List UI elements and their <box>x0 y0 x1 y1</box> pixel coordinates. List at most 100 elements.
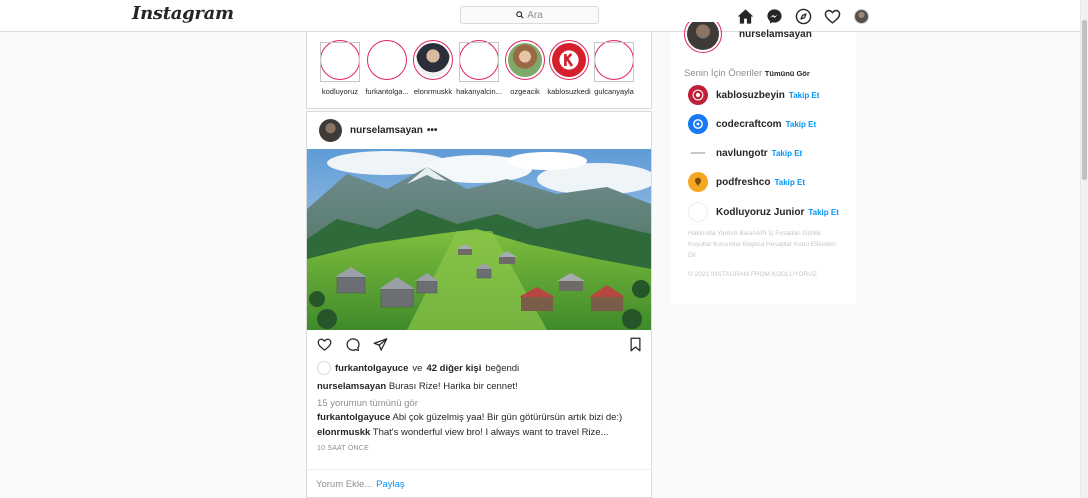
follow-button[interactable]: Takip Et <box>772 149 803 158</box>
story-avatar-placeholder <box>459 42 499 82</box>
right-sidebar: nurselamsayan Senin İçin Öneriler Tümünü… <box>671 22 856 304</box>
podfresh-logo-icon <box>695 177 701 187</box>
story-item[interactable]: ozgeacik <box>503 40 547 96</box>
profile-avatar[interactable] <box>854 8 869 24</box>
story-name: kablosuzkedi <box>547 87 591 96</box>
kablosuzkedi-logo-icon <box>559 50 579 70</box>
home-icon[interactable] <box>736 7 754 25</box>
current-user-avatar[interactable] <box>684 22 722 53</box>
bookmark-icon <box>630 337 641 352</box>
comment-row: elonrmuskk That's wonderful view bro! I … <box>317 427 609 438</box>
liker-username[interactable]: furkantolgayuce <box>335 363 408 374</box>
post-header: nurselamsayan ••• <box>319 119 437 142</box>
like-button[interactable] <box>317 337 332 357</box>
instagram-logo[interactable]: Instagram <box>132 3 234 24</box>
post-author-avatar[interactable] <box>319 119 342 142</box>
post-timestamp: 10 SAAT ÖNCE <box>317 445 369 452</box>
view-all-comments-link[interactable]: 15 yorumun tümünü gör <box>317 398 418 409</box>
copyright-text: © 2021 INSTAGRAM FROM KODLUYORUZ <box>688 271 817 278</box>
search-placeholder: Ara <box>527 9 543 21</box>
more-options-icon[interactable]: ••• <box>427 125 438 136</box>
follow-button[interactable]: Takip Et <box>786 120 817 129</box>
comment-username[interactable]: elonrmuskk <box>317 427 370 438</box>
nav-icons <box>736 7 869 25</box>
footer-links[interactable]: Hakkında Yardım BasınAPI İş Fırsatları G… <box>688 228 838 261</box>
suggestion-avatar[interactable] <box>688 202 708 222</box>
story-item[interactable]: furkantolga... <box>365 40 409 96</box>
liked-connector: ve <box>412 362 423 374</box>
story-ring <box>505 40 545 80</box>
heart-icon <box>317 338 332 351</box>
page-scrollbar[interactable] <box>1080 0 1088 498</box>
story-ring <box>413 40 453 80</box>
liked-suffix: beğendi <box>485 362 520 374</box>
story-avatar-placeholder <box>320 42 360 82</box>
liked-by: furkantolgayuce ve 42 diğer kişi beğendi <box>317 361 519 375</box>
comment-text: That's wonderful view bro! I always want… <box>372 427 609 438</box>
brain-logo-icon <box>692 89 704 101</box>
scrollbar-thumb[interactable] <box>1082 20 1087 180</box>
suggestion-username[interactable]: Kodluyoruz Junior <box>716 207 804 218</box>
suggestion-username[interactable]: codecraftcom <box>716 119 782 130</box>
post-author-username[interactable]: nurselamsayan <box>350 125 423 136</box>
top-navigation-bar: Instagram Ara <box>0 0 1080 32</box>
follow-button[interactable]: Takip Et <box>808 208 839 217</box>
comment-input[interactable]: Yorum Ekle... <box>316 479 372 490</box>
suggestion-item: codecraftcom Takip Et <box>688 114 816 134</box>
current-user-username[interactable]: nurselamsayan <box>739 29 812 40</box>
post-caption: nurselamsayan Burası Rize! Harika bir ce… <box>317 381 518 392</box>
story-item[interactable]: kablosuzkedi <box>547 40 591 96</box>
comment-username[interactable]: furkantolgayuce <box>317 412 390 423</box>
post-image[interactable] <box>307 149 651 330</box>
explore-icon[interactable] <box>794 7 812 25</box>
messenger-icon[interactable] <box>765 7 783 25</box>
suggestion-item: kablosuzbeyin Takip Et <box>688 85 819 105</box>
suggestion-item: navlungotr Takip Et <box>688 143 802 163</box>
suggestion-username[interactable]: kablosuzbeyin <box>716 90 785 101</box>
save-button[interactable] <box>628 337 643 357</box>
suggestion-avatar[interactable] <box>688 85 708 105</box>
liker-avatar <box>317 361 331 375</box>
send-icon <box>373 338 388 351</box>
suggestion-item: Kodluyoruz Junior Takip Et <box>688 202 839 222</box>
story-name: furkantolga... <box>365 87 409 96</box>
suggestion-username[interactable]: podfreshco <box>716 177 770 188</box>
suggestion-avatar[interactable] <box>688 143 708 163</box>
story-name: kodluyoruz <box>321 87 359 96</box>
post-comment-button[interactable]: Paylaş <box>376 479 405 490</box>
comment-button[interactable] <box>345 337 360 357</box>
story-name: ozgeacik <box>510 87 540 96</box>
follow-button[interactable]: Takip Et <box>774 178 805 187</box>
suggestion-username[interactable]: navlungotr <box>716 148 768 159</box>
post-actions <box>317 337 643 355</box>
story-ring <box>549 40 589 80</box>
add-comment-bar: Yorum Ekle... Paylaş <box>307 469 651 498</box>
suggestion-avatar[interactable] <box>688 114 708 134</box>
suggestion-avatar[interactable] <box>688 172 708 192</box>
comment-icon <box>346 338 360 352</box>
codecraft-logo-icon <box>693 119 703 129</box>
comment-row: furkantolgayuce Abi çok güzelmiş yaa! Bi… <box>317 412 622 423</box>
caption-text: Burası Rize! Harika bir cennet! <box>388 381 518 392</box>
story-avatar-placeholder <box>594 42 634 82</box>
heart-icon[interactable] <box>823 7 841 25</box>
suggestions-title: Senin İçin Öneriler <box>684 68 763 79</box>
liked-others[interactable]: 42 diğer kişi <box>426 363 481 374</box>
story-item[interactable]: gulcanyayla <box>592 40 636 96</box>
comment-text: Abi çok güzelmiş yaa! Bir gün götürürsün… <box>392 412 623 423</box>
feed-post: nurselamsayan ••• furkantolgayuce ve 42 … <box>306 111 652 498</box>
caption-username[interactable]: nurselamsayan <box>317 381 386 392</box>
navlungo-logo-icon <box>690 152 706 154</box>
see-all-link[interactable]: Tümünü Gör <box>765 69 810 78</box>
story-ring <box>367 40 407 80</box>
share-button[interactable] <box>373 337 388 357</box>
follow-button[interactable]: Takip Et <box>789 91 820 100</box>
story-item[interactable]: kodluyoruz <box>318 40 362 96</box>
story-item[interactable]: elonrmuskk <box>411 40 455 96</box>
suggestion-item: podfreshco Takip Et <box>688 172 805 192</box>
story-item[interactable]: hakanyalcin... <box>456 40 502 96</box>
stories-tray: kodluyoruz furkantolga... elonrmuskk hak… <box>306 32 652 109</box>
story-name: hakanyalcin... <box>456 87 502 96</box>
story-name: elonrmuskk <box>413 87 453 96</box>
search-input[interactable]: Ara <box>460 6 599 24</box>
